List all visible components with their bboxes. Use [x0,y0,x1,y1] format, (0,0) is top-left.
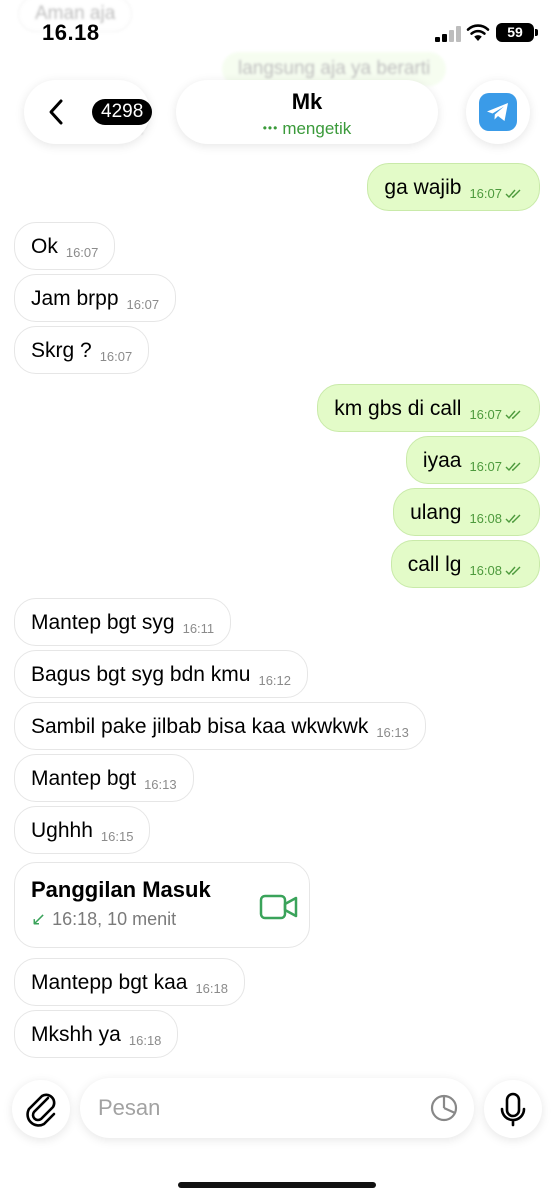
message-time: 16:18 [128,1033,162,1048]
message-text: km gbs di call [334,397,462,420]
chevron-left-icon [49,99,63,125]
microphone-icon [500,1092,526,1127]
message-outgoing[interactable]: call lg 16:08 [390,540,540,588]
message-incoming[interactable]: Bagus bgt syg bdn kmu 16:12 [14,650,309,698]
message-time: 16:07 [469,186,502,201]
unread-count-badge: 4298 [92,99,153,125]
message-outgoing[interactable]: km gbs di call 16:07 [317,384,540,432]
message-time: 16:13 [144,777,177,792]
message-time: 16:07 [65,245,99,260]
message-incoming[interactable]: Mantepp bgt kaa 16:18 [14,958,245,1006]
message-time: 16:12 [258,673,292,688]
back-button[interactable]: 4298 [24,80,153,144]
message-text: ulang [410,501,462,524]
message-incoming[interactable]: Jam brpp 16:07 [14,274,177,322]
typing-status: ••• mengetik [176,119,438,139]
incoming-arrow-icon: ↙ [31,909,47,929]
telegram-icon [479,93,517,131]
message-incoming[interactable]: Sambil pake jilbab bisa kaa wkwkwk 16:13 [14,702,426,750]
message-incoming[interactable]: Ok 16:07 [14,222,116,270]
message-time: 16:07 [126,297,160,312]
message-time: 16:11 [182,621,215,636]
battery-indicator: 59 [496,23,538,42]
call-title: Panggilan Masuk [31,877,211,902]
message-text: Ok [31,235,58,258]
video-camera-icon[interactable] [259,893,299,921]
home-indicator [178,1182,376,1188]
sticker-icon[interactable] [430,1094,458,1122]
message-text: Mantep bgt [31,767,137,790]
message-incoming[interactable]: Mkshh ya 16:18 [14,1010,179,1058]
chat-header-title[interactable]: Mk ••• mengetik [176,80,438,144]
double-check-icon [505,514,521,524]
message-time: 16:07 [99,349,133,364]
message-time: 16:13 [376,725,409,740]
message-text: Sambil pake jilbab bisa kaa wkwkwk [31,715,369,738]
attach-button[interactable] [12,1080,70,1138]
message-time: 16:15 [100,829,134,844]
message-incoming[interactable]: Ughhh 16:15 [14,806,151,854]
message-time: 16:18 [195,981,228,996]
typing-dots-icon: ••• [262,121,279,135]
message-time: 16:07 [469,459,502,474]
message-input[interactable] [98,1090,408,1126]
voice-record-button[interactable] [484,1080,542,1138]
message-input-container[interactable] [80,1078,474,1138]
message-text: Mantepp bgt kaa [31,971,188,994]
message-text: call lg [407,553,462,576]
typing-status-label: mengetik [282,119,352,138]
message-outgoing[interactable]: ga wajib 16:07 [367,163,540,211]
status-clock: 16.18 [42,20,100,45]
contact-name: Mk [291,89,323,114]
message-incoming[interactable]: Skrg ? 16:07 [14,326,150,374]
message-incoming[interactable]: Mantep bgt syg 16:11 [14,598,232,646]
message-text: iyaa [422,449,462,472]
paperclip-icon [26,1093,56,1127]
message-text: Ughhh [31,819,93,842]
message-text: Bagus bgt syg bdn kmu [31,663,251,686]
contact-avatar-button[interactable] [466,80,530,144]
message-outgoing[interactable]: ulang 16:08 [393,488,540,536]
status-bar: 16.18 59 [0,0,554,64]
cellular-signal-icon [435,26,461,42]
wifi-icon [466,24,490,41]
message-time: 16:08 [469,563,502,578]
call-detail: ↙ 16:18, 10 menit [31,909,176,930]
message-text: ga wajib [384,176,462,199]
message-text: Jam brpp [31,287,119,310]
message-time: 16:08 [469,511,502,526]
message-incoming[interactable]: Mantep bgt 16:13 [14,754,194,802]
message-text: Skrg ? [31,339,92,362]
double-check-icon [505,410,521,420]
message-text: Mantep bgt syg [31,611,175,634]
call-detail-text: 16:18, 10 menit [52,909,177,929]
message-outgoing[interactable]: iyaa 16:07 [405,436,540,484]
double-check-icon [505,189,521,199]
incoming-call-card[interactable]: Panggilan Masuk ↙ 16:18, 10 menit [14,862,310,948]
double-check-icon [505,566,521,576]
message-text: Mkshh ya [31,1023,121,1046]
double-check-icon [505,462,521,472]
message-time: 16:07 [469,407,502,422]
